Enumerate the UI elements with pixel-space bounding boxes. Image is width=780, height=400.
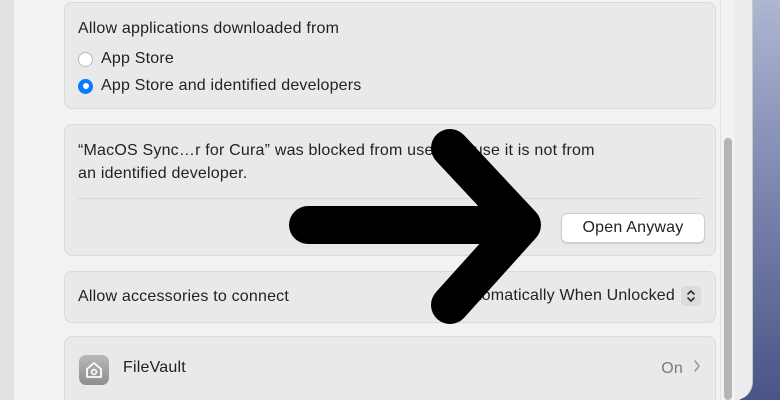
filevault-label: FileVault — [123, 359, 186, 376]
download-source-heading: Allow applications downloaded from — [78, 20, 340, 37]
radio-label-app-store: App Store — [101, 50, 174, 67]
radio-label-app-store-identified: App Store and identified developers — [101, 77, 362, 94]
accessories-popup[interactable]: Automatically When Unlocked — [457, 286, 701, 306]
open-anyway-button[interactable]: Open Anyway — [561, 213, 705, 243]
scrollbar-thumb[interactable] — [724, 138, 732, 400]
accessories-group: Allow accessories to connect Automatical… — [64, 271, 716, 323]
radio-app-store[interactable]: App Store — [78, 50, 174, 68]
blocked-message-line2: an identified developer. — [78, 165, 248, 182]
privacy-security-pane: Allow applications downloaded from App S… — [14, 0, 734, 400]
system-settings-window: Allow applications downloaded from App S… — [0, 0, 753, 400]
download-source-group: Allow applications downloaded from App S… — [64, 2, 716, 109]
radio-button-app-store-identified[interactable] — [78, 78, 93, 94]
blocked-message-line1: “MacOS Sync…r for Cura” was blocked from… — [78, 142, 595, 159]
accessories-value: Automatically When Unlocked — [457, 287, 675, 304]
chevron-right-icon — [693, 359, 701, 378]
blocked-divider — [78, 198, 702, 199]
accessories-label: Allow accessories to connect — [78, 288, 290, 305]
blocked-app-group: “MacOS Sync…r for Cura” was blocked from… — [64, 124, 716, 256]
filevault-status-group: On — [661, 359, 701, 378]
filevault-row[interactable]: FileVault On — [64, 336, 716, 400]
vertical-scrollbar[interactable] — [720, 0, 735, 400]
up-down-chevron-icon[interactable] — [681, 286, 701, 306]
house-shield-icon — [79, 355, 109, 385]
filevault-status: On — [661, 359, 683, 377]
radio-app-store-identified[interactable]: App Store and identified developers — [78, 77, 362, 95]
sidebar-edge — [0, 0, 15, 400]
radio-button-app-store[interactable] — [78, 51, 93, 67]
